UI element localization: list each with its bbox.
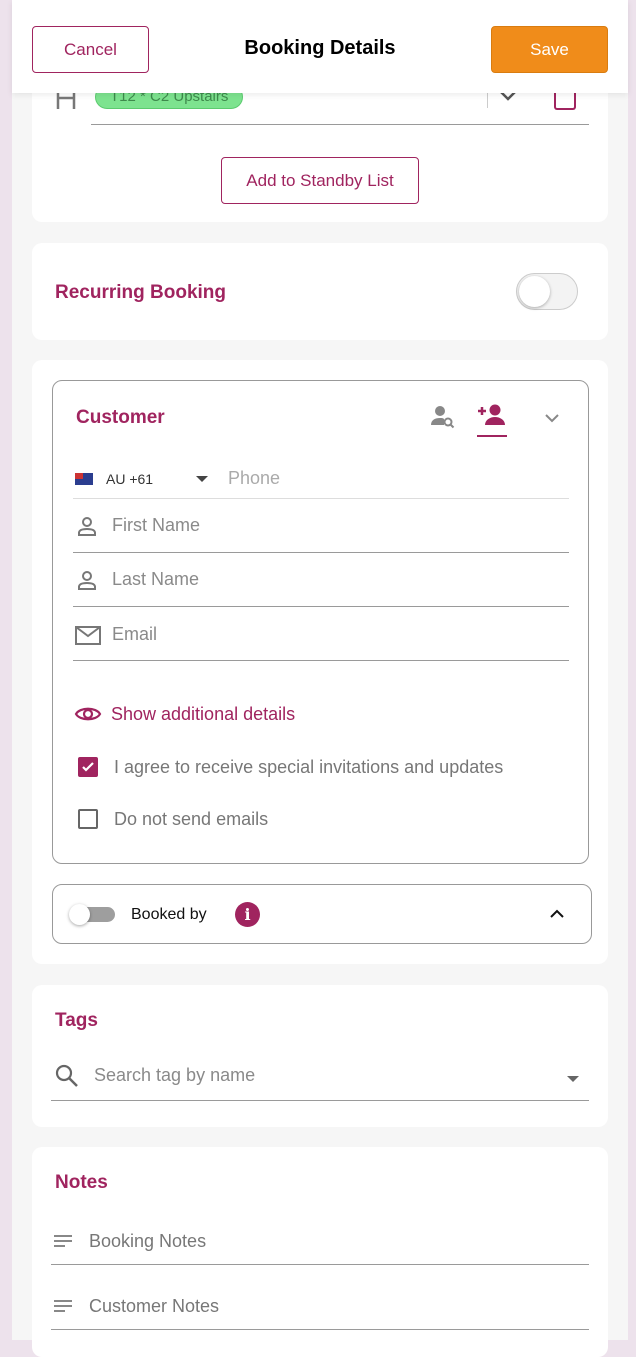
chevron-up-icon[interactable] (549, 909, 565, 919)
underline (51, 1329, 589, 1330)
booking-notes-input[interactable]: Booking Notes (89, 1231, 206, 1252)
active-tab-indicator (477, 435, 507, 437)
booked-by-label: Booked by (131, 906, 207, 923)
underline (91, 124, 589, 125)
tags-title: Tags (55, 1010, 98, 1031)
underline (73, 660, 569, 661)
show-additional-details-link[interactable]: Show additional details (111, 704, 295, 725)
search-icon (55, 1064, 78, 1087)
underline (51, 1264, 589, 1265)
save-button[interactable]: Save (491, 26, 608, 73)
notes-lines-icon (54, 1300, 72, 1312)
customer-title: Customer (76, 407, 165, 428)
opt-in-label: I agree to receive special invitations a… (114, 757, 504, 777)
email-input[interactable]: Email (112, 624, 157, 645)
recurring-card: Recurring Booking (32, 243, 608, 340)
search-customer-icon[interactable] (430, 405, 456, 429)
chevron-down-icon[interactable] (544, 413, 560, 423)
underline (73, 498, 569, 499)
notes-title: Notes (55, 1172, 108, 1193)
no-email-label: Do not send emails (114, 809, 269, 829)
underline (73, 606, 569, 607)
caret-down-icon[interactable] (567, 1076, 579, 1082)
underline (51, 1100, 589, 1101)
person-icon (78, 571, 96, 590)
notes-card: Notes Booking Notes Customer Notes (32, 1147, 608, 1357)
caret-down-icon[interactable] (196, 476, 208, 482)
au-flag-icon (75, 473, 93, 485)
first-name-input[interactable]: First Name (112, 515, 200, 536)
notes-lines-icon (54, 1235, 72, 1247)
underline (73, 552, 569, 553)
recurring-toggle[interactable] (516, 273, 578, 310)
eye-icon[interactable] (74, 704, 102, 724)
booked-by-toggle[interactable] (69, 904, 115, 925)
booked-by-box: Booked by i (52, 884, 592, 944)
last-name-input[interactable]: Last Name (112, 569, 199, 590)
add-customer-icon[interactable] (477, 403, 507, 429)
tag-search-input[interactable]: Search tag by name (94, 1065, 255, 1086)
mail-icon (75, 626, 101, 645)
header: Cancel Booking Details Save (12, 0, 628, 93)
no-email-checkbox[interactable] (78, 809, 98, 829)
country-code[interactable]: AU +61 (106, 471, 153, 487)
info-icon[interactable]: i (235, 902, 260, 927)
person-icon (78, 517, 96, 536)
phone-input[interactable]: Phone (228, 468, 280, 489)
customer-box: Customer AU +61 Phone First Name Last Na… (52, 380, 589, 864)
opt-in-checkbox[interactable] (78, 757, 98, 777)
add-to-standby-button[interactable]: Add to Standby List (221, 157, 419, 204)
tags-card: Tags Search tag by name (32, 985, 608, 1127)
customer-notes-input[interactable]: Customer Notes (89, 1296, 219, 1317)
recurring-label: Recurring Booking (55, 282, 227, 303)
customer-card: Customer AU +61 Phone First Name Last Na… (32, 360, 608, 964)
